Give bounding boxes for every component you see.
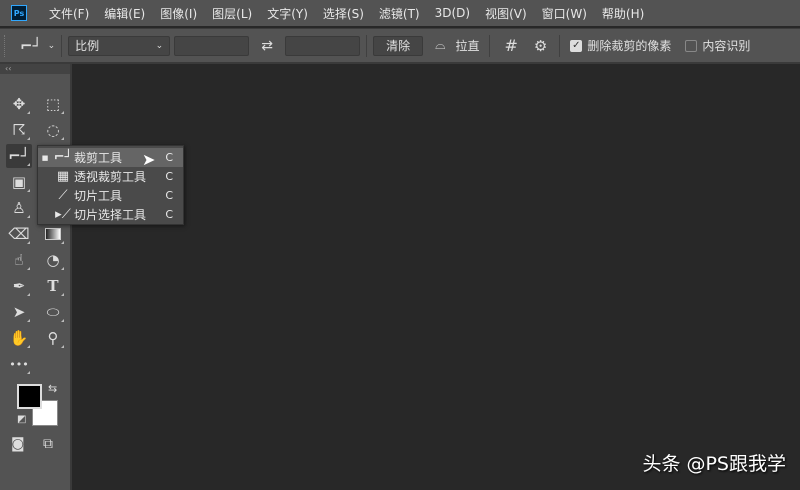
flyout-label: 切片选择工具 xyxy=(74,208,147,222)
shortcut-key: C xyxy=(165,189,173,202)
shortcut-key: C xyxy=(165,170,173,183)
foreground-color-swatch[interactable] xyxy=(17,384,42,409)
flyout-item-slice-select[interactable]: ▸⟋ 切片选择工具 C xyxy=(38,205,183,224)
slice-icon: ⟋ xyxy=(58,188,68,203)
clear-label: 清除 xyxy=(386,39,411,53)
divider xyxy=(559,34,561,57)
gear-icon[interactable]: ⚙ xyxy=(534,37,547,55)
chevron-down-icon[interactable]: ⌄ xyxy=(48,41,56,51)
move-tool-icon[interactable]: ✥ xyxy=(6,92,32,116)
menu-image[interactable]: 图像(I) xyxy=(160,5,197,22)
straighten-button[interactable]: 拉直 xyxy=(455,37,479,54)
content-aware-label[interactable]: 内容识别 xyxy=(702,37,750,54)
menu-view[interactable]: 视图(V) xyxy=(485,5,527,22)
quick-select-tool-icon[interactable]: ◌ xyxy=(40,118,66,142)
ellipse-tool-icon[interactable]: ⬭ xyxy=(40,300,66,324)
watermark: 头条 @PS跟我学 xyxy=(642,453,786,475)
flyout-item-perspective-crop[interactable]: ▦ 透视裁剪工具 C xyxy=(38,167,183,186)
swap-colors-icon[interactable]: ⇆ xyxy=(48,382,57,395)
menu-bar: Ps 文件(F) 编辑(E) 图像(I) 图层(L) 文字(Y) 选择(S) 滤… xyxy=(0,0,800,26)
divider xyxy=(489,34,491,57)
menu-select[interactable]: 选择(S) xyxy=(323,5,364,22)
tools-panel: ‹‹ ✥ ⬚ ☈ ◌ ⌐┘ ▣ ♙ ⌫ ☝ ◔ ✒ T ➤ ⬭ ✋ ⚲ ••• … xyxy=(0,64,72,490)
delete-cropped-label[interactable]: 删除裁剪的像素 xyxy=(587,37,671,54)
shortcut-key: C xyxy=(165,208,173,221)
menu-3d[interactable]: 3D(D) xyxy=(435,6,470,20)
zoom-tool-icon[interactable]: ⚲ xyxy=(40,326,66,350)
smudge-tool-icon[interactable]: ☝ xyxy=(6,248,32,272)
more-tools-icon[interactable]: ••• xyxy=(6,352,32,376)
menu-layer[interactable]: 图层(L) xyxy=(212,5,252,22)
divider xyxy=(366,34,368,57)
lasso-tool-icon[interactable]: ☈ xyxy=(6,118,32,142)
menu-type[interactable]: 文字(Y) xyxy=(267,5,308,22)
options-bar: ⌐┘ ⌄ 比例 ⌄ ⇄ 清除 ⌓ 拉直 # ⚙ ✓ 删除裁剪的像素 内容识别 xyxy=(0,28,800,64)
perspective-crop-icon: ▦ xyxy=(56,169,70,184)
eraser-tool-icon[interactable]: ⌫ xyxy=(6,222,32,246)
divider xyxy=(61,34,63,57)
options-grip[interactable] xyxy=(4,34,10,57)
collapse-panel-button[interactable]: ‹‹ xyxy=(0,64,70,74)
menu-help[interactable]: 帮助(H) xyxy=(602,5,644,22)
menu-file[interactable]: 文件(F) xyxy=(49,5,89,22)
content-aware-checkbox[interactable] xyxy=(685,39,698,52)
ratio-select-value: 比例 xyxy=(75,39,100,53)
flyout-label: 裁剪工具 xyxy=(74,151,123,165)
clear-button[interactable]: 清除 xyxy=(373,35,424,56)
type-tool-icon[interactable]: T xyxy=(40,274,66,298)
straighten-icon[interactable]: ⌓ xyxy=(435,38,445,53)
height-input[interactable] xyxy=(285,35,361,56)
quick-mask-icon[interactable]: ◙ xyxy=(11,436,25,452)
flyout-label: 切片工具 xyxy=(74,189,123,203)
pen-tool-icon[interactable]: ✒ xyxy=(6,274,32,298)
menu-edit[interactable]: 编辑(E) xyxy=(104,5,145,22)
crop-tool-flyout: ■ ⌐┘ 裁剪工具 C ➤ ▦ 透视裁剪工具 C ⟋ 切片工具 C ▸⟋ 切片选… xyxy=(37,145,184,225)
flyout-item-crop[interactable]: ■ ⌐┘ 裁剪工具 C ➤ xyxy=(38,148,183,169)
swap-icon[interactable]: ⇄ xyxy=(249,38,285,54)
stamp-tool-icon[interactable]: ♙ xyxy=(6,196,32,220)
shortcut-key: C xyxy=(165,151,173,164)
grid-overlay-icon[interactable]: # xyxy=(504,36,517,55)
frame-tool-icon[interactable]: ▣ xyxy=(6,170,32,194)
chevron-down-icon: ⌄ xyxy=(155,40,164,51)
screen-mode-icon[interactable]: ⧉ xyxy=(43,436,53,452)
crop-icon: ⌐┘ xyxy=(53,150,73,165)
menu-window[interactable]: 窗口(W) xyxy=(542,5,587,22)
photoshop-logo: Ps xyxy=(11,5,27,21)
selected-bullet-icon: ■ xyxy=(41,153,49,162)
slice-select-icon: ▸⟋ xyxy=(55,207,71,222)
ratio-select[interactable]: 比例 ⌄ xyxy=(68,35,171,56)
marquee-tool-icon[interactable]: ⬚ xyxy=(40,92,66,116)
delete-cropped-checkbox[interactable]: ✓ xyxy=(570,39,583,52)
width-input[interactable] xyxy=(174,35,250,56)
flyout-item-slice[interactable]: ⟋ 切片工具 C xyxy=(38,186,183,205)
crop-preset-icon[interactable]: ⌐┘ xyxy=(20,37,42,55)
menu-filter[interactable]: 滤镜(T) xyxy=(379,5,420,22)
hand-tool-icon[interactable]: ✋ xyxy=(6,326,32,350)
crop-tool-icon[interactable]: ⌐┘ xyxy=(6,144,32,168)
dodge-tool-icon[interactable]: ◔ xyxy=(40,248,66,272)
flyout-label: 透视裁剪工具 xyxy=(74,170,147,184)
gradient-tool-icon[interactable] xyxy=(40,222,66,246)
path-select-tool-icon[interactable]: ➤ xyxy=(6,300,32,324)
default-colors-icon[interactable]: ◩ xyxy=(17,414,26,425)
